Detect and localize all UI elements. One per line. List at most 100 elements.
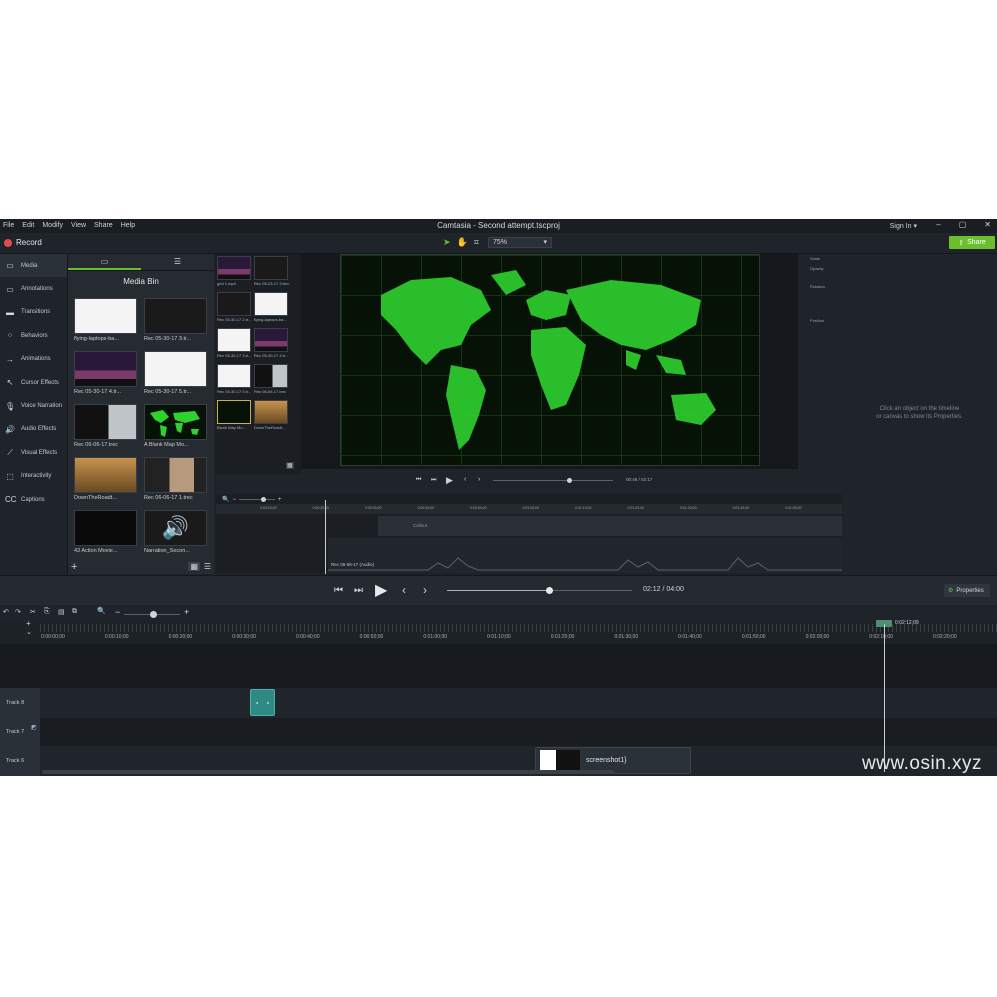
sidebar-item-captions[interactable]: CC Captions [0, 488, 67, 511]
collapse-icon[interactable]: ⌄ [26, 628, 32, 636]
clip-strip-thumbnail[interactable] [217, 328, 251, 352]
copy-icon[interactable]: ⎘ [44, 608, 50, 616]
canvas-preview[interactable] [340, 254, 760, 466]
prev-marker-icon[interactable]: ‹ [402, 583, 406, 597]
minimize-button[interactable]: – [936, 220, 940, 229]
mini-scrubber[interactable] [493, 478, 613, 483]
grid-view-icon[interactable]: ▦ [188, 562, 200, 571]
playhead-time-badge[interactable]: 0:02:12;09 [876, 619, 919, 627]
step-forward-icon[interactable]: ⏭ [354, 585, 363, 596]
scrubber-knob[interactable] [545, 587, 553, 594]
clip-strip-thumbnail[interactable] [254, 364, 288, 388]
step-forward-icon[interactable]: ⏭ [431, 477, 436, 484]
media-item[interactable]: flying-laptops-ba... [74, 298, 137, 345]
sidebar-item-audio-effects[interactable]: 🔊 Audio Effects [0, 418, 67, 441]
sidebar-item-label: Cursor Effects [21, 379, 59, 386]
media-item[interactable]: Rec 05-30-17 5.tr... [144, 351, 207, 398]
sidebar-item-visual-effects[interactable]: ⟋ Visual Effects [0, 441, 67, 464]
prev-icon[interactable]: ‹ [464, 476, 466, 483]
mini-ruler-tick: 0:01:30;00 [680, 506, 697, 510]
media-item[interactable]: DownTheRoadt... [74, 457, 137, 504]
sidebar-item-media[interactable]: ▭ Media [0, 254, 67, 278]
mini-playhead[interactable] [325, 500, 326, 574]
sidebar-item-interactivity[interactable]: ⬚ Interactivity [0, 465, 67, 488]
timeline-zoom-knob[interactable] [150, 611, 157, 618]
zoom-select[interactable]: 75% ▾ [488, 237, 552, 248]
playhead-time: 0:02:12;09 [895, 620, 919, 626]
mini-ruler: 0:00:10;00 0:00:20;00 0:00:30;00 0:00:40;00… [216, 504, 842, 514]
tab-library[interactable]: ☰ [141, 254, 214, 270]
clip-strip-thumbnail[interactable] [254, 400, 288, 424]
clip-strip-thumbnail[interactable] [254, 328, 288, 352]
mini-ruler-tick: 0:00:20;00 [312, 506, 330, 510]
zoom-out-icon[interactable]: − [115, 607, 120, 617]
next-icon[interactable]: › [478, 476, 480, 483]
sidebar-item-annotations[interactable]: ▭ Annotations [0, 277, 67, 300]
add-media-icon[interactable]: + [71, 561, 77, 573]
clip-strip-thumbnail[interactable] [217, 292, 251, 316]
clip-strip-thumbnail[interactable] [217, 364, 251, 388]
step-back-icon[interactable]: ⏮ [416, 477, 421, 484]
crop-tool-icon[interactable]: ⌗ [474, 237, 479, 248]
media-item[interactable]: Rec 05-30-17 4.tr... [74, 351, 137, 398]
record-button[interactable]: Record [4, 238, 42, 247]
mini-scrubber-knob[interactable] [567, 478, 572, 483]
media-item[interactable]: 43 Action Movie... [74, 510, 137, 557]
undo-icon[interactable]: ↶ [3, 608, 9, 616]
lock-icon[interactable]: ◩ [31, 724, 37, 731]
playback-scrubber[interactable] [447, 587, 632, 594]
sidebar-item-animations[interactable]: → Animations [0, 348, 67, 371]
step-back-icon[interactable]: ⏮ [334, 585, 343, 596]
sidebar-item-cursor-effects[interactable]: ↖ Cursor Effects [0, 371, 67, 394]
timeline-scrollbar[interactable] [42, 770, 614, 774]
media-item[interactable]: Rec 05-30-17 3.tr... [144, 298, 207, 345]
sidebar-item-transitions[interactable]: ▬ Transitions [0, 301, 67, 324]
media-item[interactable]: 🔊 Narration_Secon... [144, 510, 207, 557]
list-view-icon[interactable]: ☰ [204, 562, 211, 571]
track-label[interactable]: Track 8 [0, 688, 40, 718]
sign-in-menu[interactable]: Sign In ▾ [890, 222, 917, 230]
paste-icon[interactable]: ▤ [58, 608, 65, 616]
pointer-tool-icon[interactable]: ➤ [443, 237, 451, 248]
hand-tool-icon[interactable]: ✋ [457, 237, 468, 248]
properties-button[interactable]: ⚙ Properties [944, 584, 990, 597]
media-thumbnail [144, 404, 207, 440]
window-controls: – ▢ ✕ [936, 220, 991, 229]
clip-strip-thumbnail[interactable] [217, 256, 251, 280]
cut-icon[interactable]: ✂ [30, 608, 36, 616]
mini-audio-clip[interactable]: Rec 06-06-17 (Audio) [328, 538, 842, 573]
time-readout: 02:12 / 04:00 [643, 586, 684, 593]
media-item[interactable]: Rec 06-06-17.trec [74, 404, 137, 451]
clip-strip-thumbnail[interactable] [217, 400, 251, 424]
maximize-button[interactable]: ▢ [959, 220, 967, 229]
next-marker-icon[interactable]: › [423, 583, 427, 597]
tab-media-bin[interactable]: ▭ [68, 254, 141, 270]
share-button[interactable]: ⇪ Share [949, 236, 995, 249]
zoom-out-icon[interactable]: − [232, 497, 236, 503]
split-icon[interactable]: ⧉ [72, 608, 77, 616]
close-button[interactable]: ✕ [984, 220, 991, 229]
sidebar-item-voice-narration[interactable]: 🎙 Voice Narration [0, 394, 67, 417]
timeline-ruler[interactable]: + ⌄ 0:02:12;09 0:00:00;00 0:00:10;00 0:00:… [0, 619, 997, 644]
mini-zoom-slider[interactable] [239, 497, 275, 502]
track-label[interactable]: Track 7 [0, 718, 40, 746]
media-item[interactable]: Rec 06-06-17 1.trec [144, 457, 207, 504]
mini-callout-clip[interactable]: Callout [378, 516, 842, 536]
play-icon[interactable]: ▶ [375, 580, 387, 600]
redo-icon[interactable]: ↷ [15, 608, 21, 616]
grid-view-icon[interactable]: ▦ [286, 462, 294, 469]
timeline-playhead[interactable] [884, 624, 885, 772]
mini-zoom-knob[interactable] [261, 497, 266, 502]
track-label[interactable]: Track 6 [0, 746, 40, 776]
clip-strip-thumbnail[interactable] [254, 292, 288, 316]
media-item[interactable]: A Blank Map Mo... [144, 404, 207, 451]
zoom-in-icon[interactable]: + [184, 607, 189, 617]
zoom-in-icon[interactable]: + [278, 497, 282, 503]
preview-timeline: 🔍 − + 0:00:10;00 0:00:20;00 0:00:30;00 0:00:… [216, 494, 842, 574]
add-track-icon[interactable]: + [26, 619, 31, 628]
timeline-zoom-slider[interactable] [124, 611, 180, 618]
sidebar-item-behaviors[interactable]: ⁘ Behaviors [0, 324, 67, 347]
play-icon[interactable]: ▶ [446, 475, 453, 486]
clip-strip-thumbnail[interactable] [254, 256, 288, 280]
track-clip[interactable]: ◂ ▸ [250, 689, 275, 716]
